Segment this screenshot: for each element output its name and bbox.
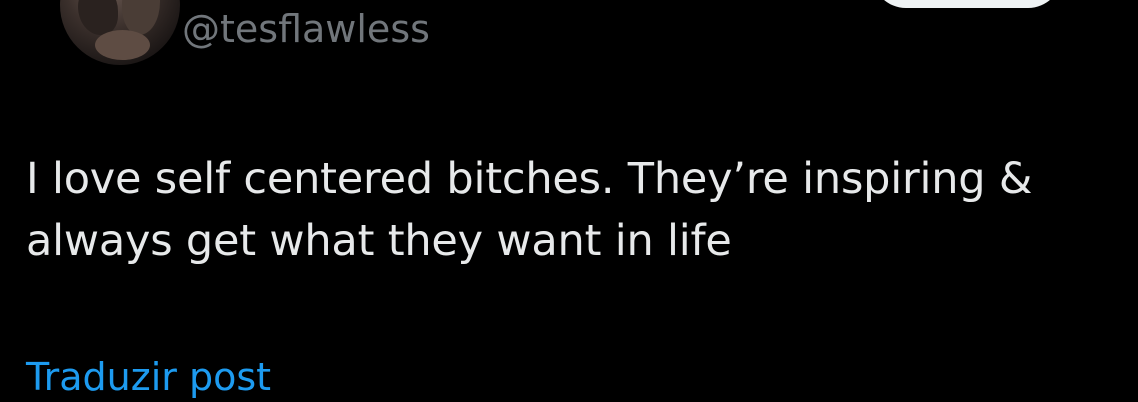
- avatar-photo-detail: [78, 0, 118, 35]
- follow-button[interactable]: [872, 0, 1062, 8]
- author-handle[interactable]: @tesflawless: [182, 4, 430, 54]
- translate-post-link[interactable]: Traduzir post: [26, 352, 271, 402]
- avatar-photo-detail: [95, 30, 150, 60]
- avatar[interactable]: [60, 0, 180, 65]
- tweet-text: I love self centered bitches. They’re in…: [26, 154, 1033, 266]
